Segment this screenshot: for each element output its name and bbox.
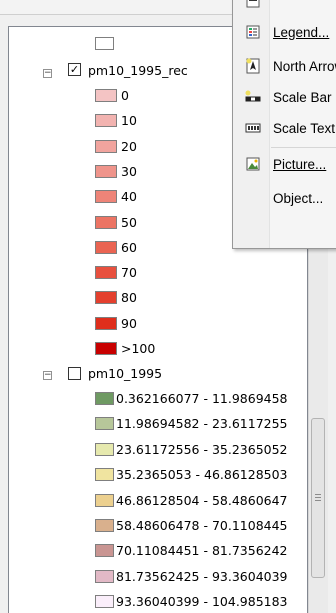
symbol-swatch[interactable] bbox=[95, 342, 117, 355]
class-label: 0.362166077 - 11.9869458 bbox=[116, 391, 288, 406]
symbol-swatch[interactable] bbox=[95, 442, 114, 456]
text-icon bbox=[244, 0, 262, 9]
legend-class-row: 20 bbox=[95, 139, 137, 154]
class-label: 40 bbox=[121, 189, 137, 205]
menu-item-legend[interactable]: Legend... bbox=[233, 20, 336, 44]
legend-class-row: 80 bbox=[95, 290, 137, 305]
scrollbar-thumb[interactable] bbox=[311, 418, 325, 578]
scale-text-icon bbox=[244, 120, 262, 136]
layer-visibility-checkbox[interactable]: ✓ bbox=[68, 63, 81, 76]
symbol-swatch[interactable] bbox=[95, 316, 117, 330]
collapse-icon[interactable]: − bbox=[43, 69, 52, 78]
symbol-swatch[interactable] bbox=[95, 114, 117, 128]
menu-item-north-arrow[interactable]: North Arrow bbox=[233, 54, 336, 78]
legend-class-row: 58.48606478 - 70.1108445 bbox=[95, 518, 288, 533]
legend-class-row: 30 bbox=[95, 164, 137, 179]
north-arrow-icon bbox=[244, 58, 262, 74]
legend-class-row: 46.86128504 - 58.4860647 bbox=[95, 493, 288, 508]
class-label: 30 bbox=[121, 163, 137, 179]
menu-item-picture[interactable]: Picture... bbox=[233, 152, 336, 176]
symbol-swatch[interactable] bbox=[95, 569, 114, 583]
symbol-swatch[interactable] bbox=[95, 291, 117, 305]
symbol-swatch[interactable] bbox=[95, 595, 114, 609]
legend-class-row: 40 bbox=[95, 189, 137, 204]
legend-class-row: >100 bbox=[95, 341, 155, 356]
legend-class-row: 60 bbox=[95, 240, 137, 255]
class-label: 50 bbox=[121, 214, 137, 230]
class-label: 93.36040399 - 104.985183 bbox=[116, 594, 288, 610]
symbol-swatch[interactable] bbox=[95, 468, 114, 482]
class-label: 0 bbox=[121, 88, 129, 103]
class-label: 70.11084451 - 81.7356242 bbox=[116, 543, 288, 559]
class-label: 58.48606478 - 70.1108445 bbox=[116, 518, 288, 533]
legend-icon bbox=[244, 24, 262, 40]
class-label: 23.61172556 - 35.2365052 bbox=[116, 441, 288, 457]
class-label: 11.98694582 - 23.6117255 bbox=[116, 416, 288, 432]
class-label: >100 bbox=[121, 341, 156, 356]
class-label: 81.73562425 - 93.3604039 bbox=[116, 568, 288, 584]
symbol-swatch[interactable] bbox=[95, 240, 117, 254]
legend-class-row: 81.73562425 - 93.3604039 bbox=[95, 569, 288, 584]
layer-name[interactable]: pm10_1995_rec bbox=[88, 62, 188, 78]
symbol-swatch bbox=[95, 37, 114, 50]
layer-visibility-checkbox[interactable] bbox=[68, 367, 81, 380]
legend-class-row: 70.11084451 - 81.7356242 bbox=[95, 543, 288, 558]
picture-icon bbox=[244, 156, 262, 172]
symbol-swatch[interactable] bbox=[95, 544, 114, 558]
class-label: 80 bbox=[121, 290, 137, 306]
symbol-swatch[interactable] bbox=[95, 417, 114, 431]
class-label: 35.2365053 - 46.86128503 bbox=[116, 467, 288, 483]
menu-item-object[interactable]: Object... bbox=[233, 186, 336, 210]
collapse-icon[interactable]: − bbox=[43, 371, 52, 380]
class-label: 60 bbox=[121, 239, 137, 255]
menu-separator bbox=[271, 147, 336, 148]
menu-item-scale-bar[interactable]: Scale Bar bbox=[233, 85, 336, 109]
class-label: 46.86128504 - 58.4860647 bbox=[116, 492, 288, 508]
layer-name[interactable]: pm10_1995 bbox=[88, 365, 162, 381]
list-item bbox=[95, 37, 114, 50]
symbol-swatch[interactable] bbox=[95, 493, 114, 507]
legend-class-row: 10 bbox=[95, 113, 137, 128]
legend-class-row: 11.98694582 - 23.6117255 bbox=[95, 416, 288, 431]
symbol-swatch[interactable] bbox=[95, 89, 117, 102]
legend-class-row: 90 bbox=[95, 316, 137, 331]
legend-class-row: 93.36040399 - 104.985183 bbox=[95, 594, 288, 609]
class-label: 90 bbox=[121, 315, 137, 331]
symbol-swatch[interactable] bbox=[95, 164, 117, 178]
symbol-swatch[interactable] bbox=[95, 519, 114, 532]
scale-bar-icon bbox=[244, 89, 262, 105]
menu-item-scale-text[interactable]: Scale Text bbox=[233, 116, 336, 140]
legend-class-row: 50 bbox=[95, 215, 137, 230]
legend-class-row: 23.61172556 - 35.2365052 bbox=[95, 442, 288, 457]
symbol-swatch[interactable] bbox=[95, 139, 117, 153]
legend-class-row: 0 bbox=[95, 88, 129, 103]
legend-class-row: 0.362166077 - 11.9869458 bbox=[95, 391, 288, 406]
legend-class-row: 70 bbox=[95, 265, 137, 280]
symbol-swatch[interactable] bbox=[95, 392, 114, 405]
class-label: 10 bbox=[121, 113, 137, 129]
menu-item-text[interactable] bbox=[233, 0, 336, 13]
symbol-swatch[interactable] bbox=[95, 215, 117, 229]
class-label: 20 bbox=[121, 138, 137, 154]
symbol-swatch[interactable] bbox=[95, 190, 117, 204]
legend-class-row: 35.2365053 - 46.86128503 bbox=[95, 467, 288, 482]
insert-menu: Legend... North Arrow Scale Bar Scale Te… bbox=[232, 0, 336, 249]
class-label: 70 bbox=[121, 265, 137, 281]
symbol-swatch[interactable] bbox=[95, 266, 117, 280]
